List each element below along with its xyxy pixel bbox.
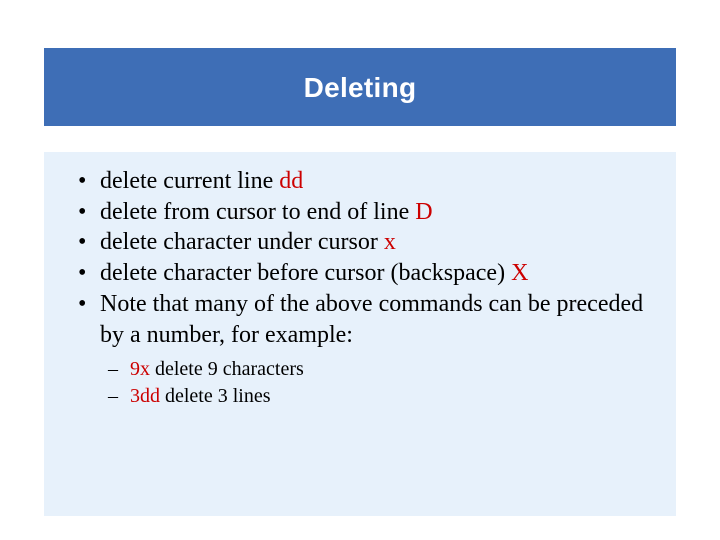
bullet-text: delete current line: [100, 168, 279, 194]
bullet-item: delete from cursor to end of line D: [100, 197, 654, 228]
command-text: D: [415, 199, 432, 225]
command-text: 3dd: [130, 385, 160, 407]
bullet-item: Note that many of the above commands can…: [100, 289, 654, 410]
bullet-list: delete current line dd delete from curso…: [66, 166, 654, 410]
sub-bullet-text: delete 3 lines: [160, 385, 271, 407]
command-text: 9x: [130, 358, 150, 380]
bullet-item: delete current line dd: [100, 166, 654, 197]
sub-bullet-item: 3dd delete 3 lines: [130, 383, 654, 410]
bullet-item: delete character before cursor (backspac…: [100, 258, 654, 289]
command-text: dd: [279, 168, 303, 194]
bullet-text: delete from cursor to end of line: [100, 199, 415, 225]
bullet-text: Note that many of the above commands can…: [100, 291, 643, 348]
slide-body: delete current line dd delete from curso…: [44, 152, 676, 516]
bullet-text: delete character before cursor (backspac…: [100, 260, 511, 286]
sub-bullet-text: delete 9 characters: [150, 358, 304, 380]
slide: Deleting delete current line dd delete f…: [0, 0, 720, 540]
bullet-text: delete character under cursor: [100, 229, 384, 255]
slide-title: Deleting: [44, 48, 676, 126]
command-text: X: [511, 260, 528, 286]
bullet-item: delete character under cursor x: [100, 227, 654, 258]
command-text: x: [384, 229, 396, 255]
sub-bullet-item: 9x delete 9 characters: [130, 356, 654, 383]
sub-bullet-list: 9x delete 9 characters 3dd delete 3 line…: [100, 356, 654, 410]
